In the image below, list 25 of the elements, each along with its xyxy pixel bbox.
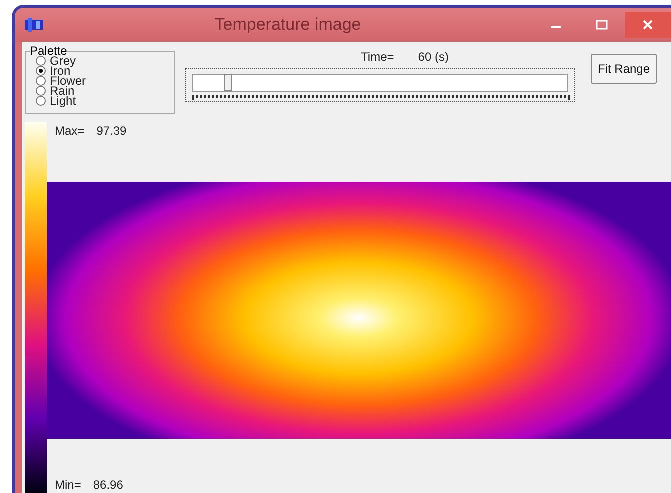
max-label: Max=	[55, 124, 85, 140]
radio-option[interactable]: Rain	[36, 86, 174, 96]
radio-circle[interactable]	[36, 66, 46, 76]
fit-range-button[interactable]: Fit Range	[591, 54, 658, 84]
min-value: 86.96	[93, 478, 124, 492]
radio-circle[interactable]	[36, 56, 46, 66]
radio-option[interactable]: Light	[36, 96, 174, 106]
app-icon	[25, 18, 43, 32]
maximize-icon	[596, 20, 608, 30]
close-icon	[643, 20, 653, 30]
max-value: 97.39	[96, 124, 127, 140]
radio-circle[interactable]	[36, 96, 46, 106]
time-value: 60 (s)	[418, 50, 449, 66]
radio-option[interactable]: Grey	[36, 56, 174, 66]
window-title: Temperature image	[214, 15, 362, 35]
time-slider[interactable]	[185, 68, 575, 102]
slider-thumb[interactable]	[224, 74, 232, 91]
radio-option[interactable]: Iron	[36, 66, 174, 76]
close-button[interactable]	[625, 12, 671, 38]
time-label: Time=	[361, 50, 394, 66]
group-label: Palette	[30, 46, 68, 56]
min-label: Min=	[55, 478, 82, 492]
radio-circle[interactable]	[36, 76, 46, 86]
radio-option[interactable]: Flower	[36, 76, 174, 86]
radio-circle[interactable]	[36, 86, 46, 96]
